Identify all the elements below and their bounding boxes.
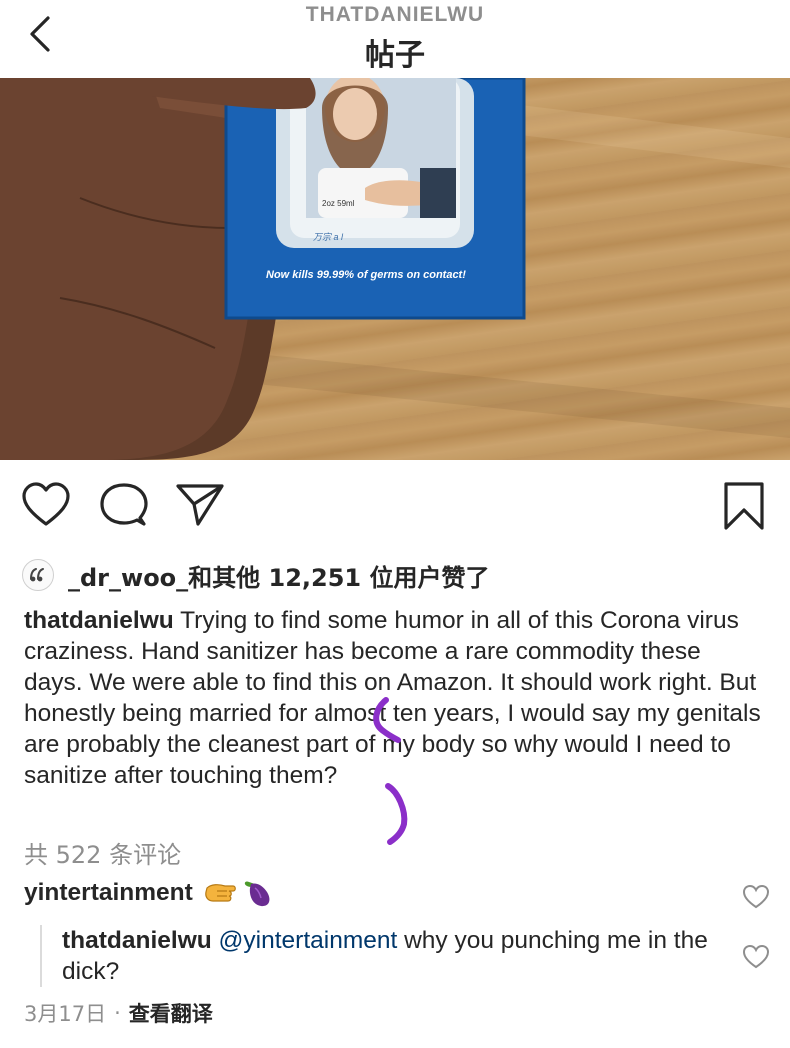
liker-avatar[interactable] bbox=[22, 559, 54, 591]
share-button[interactable] bbox=[174, 480, 226, 532]
reply-username[interactable]: thatdanielwu bbox=[62, 927, 212, 954]
header-username[interactable]: THATDANIELWU bbox=[0, 3, 790, 27]
comment-like-button[interactable] bbox=[742, 884, 770, 910]
post-meta: 3月17日 · 查看翻译 bbox=[24, 998, 213, 1028]
comment-username[interactable]: yintertainment bbox=[24, 879, 193, 907]
view-all-comments-link[interactable]: 共 522 条评论 bbox=[24, 835, 181, 870]
post-action-bar bbox=[0, 480, 790, 536]
heart-outline-icon bbox=[742, 884, 770, 909]
reply-comment: thatdanielwu @yintertainment why you pun… bbox=[62, 925, 722, 987]
fist-emoji-icon bbox=[205, 884, 236, 902]
top-navigation-bar: THATDANIELWU 帖子 bbox=[0, 0, 790, 78]
heart-icon bbox=[22, 482, 70, 526]
like-button[interactable] bbox=[20, 480, 72, 532]
post-date: 3月17日 bbox=[24, 1002, 107, 1026]
bookmark-icon bbox=[724, 482, 764, 530]
avatar-glyph-icon bbox=[30, 568, 44, 582]
see-translation-link[interactable]: 查看翻译 bbox=[129, 998, 213, 1028]
close-bracket-annotation bbox=[385, 783, 408, 845]
svg-text:万宗 a l: 万宗 a l bbox=[313, 232, 344, 242]
likes-summary: _dr_woo_和其他 12,251 位用户赞了 bbox=[22, 558, 490, 592]
product-tagline: Now kills 99.99% of germs on contact! bbox=[266, 269, 466, 281]
post-photo[interactable]: 2oz 59ml 万宗 a l Now kills 99.99% of germ… bbox=[0, 78, 790, 460]
reply-like-button[interactable] bbox=[742, 944, 770, 970]
page-title: 帖子 bbox=[365, 38, 425, 73]
comment-bubble-icon bbox=[100, 483, 148, 526]
likes-count-text[interactable]: _dr_woo_和其他 12,251 位用户赞了 bbox=[68, 558, 490, 593]
save-button[interactable] bbox=[718, 480, 770, 532]
bottle-label: 2oz 59ml bbox=[322, 199, 355, 208]
reply-mention-link[interactable]: @yintertainment bbox=[219, 927, 398, 954]
comment-button[interactable] bbox=[98, 480, 150, 532]
eggplant-emoji-icon bbox=[244, 881, 270, 907]
meta-separator: · bbox=[114, 1001, 121, 1025]
post-caption: thatdanielwu Trying to find some humor i… bbox=[24, 605, 764, 791]
caption-username[interactable]: thatdanielwu bbox=[24, 607, 174, 634]
comment-row: yintertainment bbox=[24, 878, 279, 908]
paper-plane-icon bbox=[176, 484, 224, 526]
reply-thread-line bbox=[40, 925, 42, 987]
caption-text: Trying to find some humor in all of this… bbox=[24, 607, 761, 789]
heart-outline-icon bbox=[742, 944, 770, 969]
